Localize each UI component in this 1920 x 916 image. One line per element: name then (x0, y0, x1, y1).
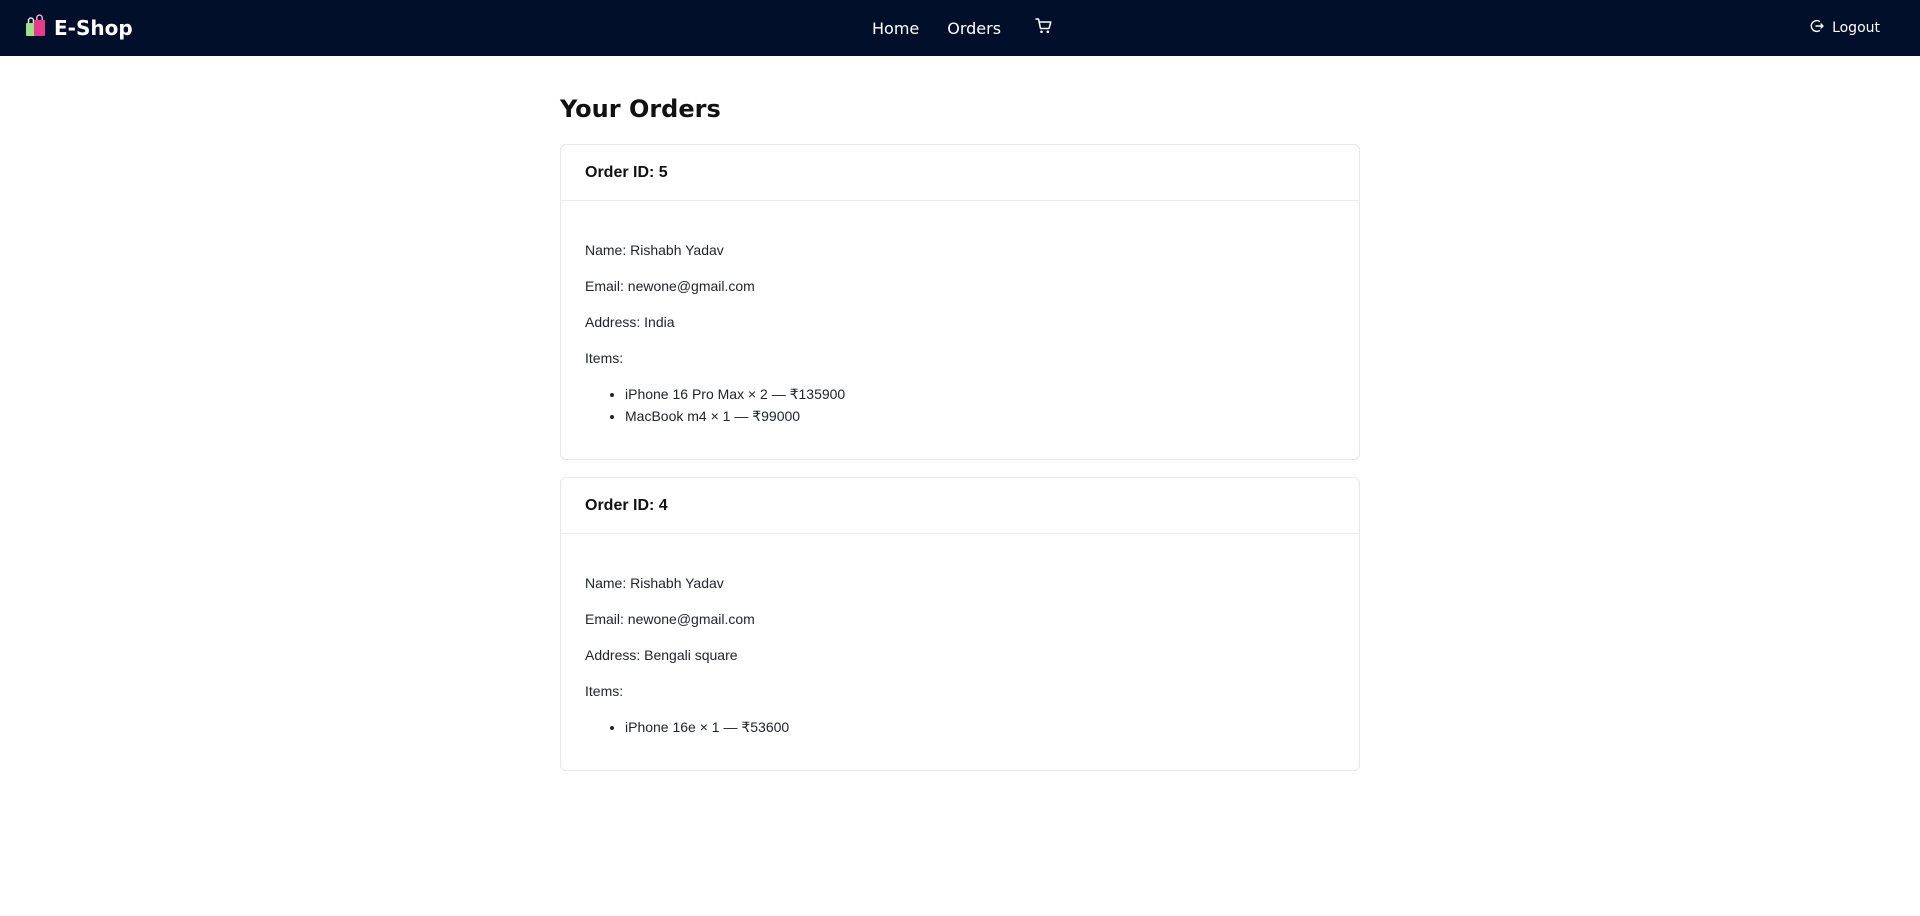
logout-icon (1810, 19, 1824, 37)
order-address: Address: India (585, 314, 675, 330)
nav-orders-link[interactable]: Orders (947, 19, 1001, 38)
logout-button[interactable]: Logout (1810, 0, 1880, 56)
order-details: Name: Rishabh Yadav Email: newone@gmail.… (561, 201, 1359, 459)
order-name: Name: Rishabh Yadav (585, 242, 724, 258)
order-card: Order ID: 4 Name: Rishabh Yadav Email: n… (560, 477, 1360, 771)
page-title: Your Orders (560, 95, 721, 123)
order-items-list: iPhone 16e × 1 — ₹53600 (585, 718, 1335, 736)
shopping-bags-icon (24, 13, 48, 43)
order-card: Order ID: 5 Name: Rishabh Yadav Email: n… (560, 144, 1360, 460)
nav-home-link[interactable]: Home (872, 19, 919, 38)
brand-link[interactable]: E-Shop (24, 0, 133, 56)
order-name: Name: Rishabh Yadav (585, 575, 724, 591)
order-id-header: Order ID: 4 (561, 478, 1359, 534)
order-item: iPhone 16e × 1 — ₹53600 (625, 718, 1335, 736)
cart-icon (1035, 17, 1053, 40)
order-id-header: Order ID: 5 (561, 145, 1359, 201)
order-email: Email: newone@gmail.com (585, 278, 755, 294)
brand-name: E-Shop (54, 16, 133, 40)
order-details: Name: Rishabh Yadav Email: newone@gmail.… (561, 534, 1359, 770)
nav-links: Home Orders (872, 0, 1053, 56)
order-item: MacBook m4 × 1 — ₹99000 (625, 407, 1335, 425)
navbar: E-Shop Home Orders Logout (0, 0, 1920, 56)
logout-label: Logout (1832, 20, 1880, 36)
orders-page: Your Orders Order ID: 5 Name: Rishabh Ya… (560, 94, 1360, 788)
order-items-label: Items: (585, 683, 624, 699)
order-items-label: Items: (585, 350, 624, 366)
order-email: Email: newone@gmail.com (585, 611, 755, 627)
order-item: iPhone 16 Pro Max × 2 — ₹135900 (625, 385, 1335, 403)
order-address: Address: Bengali square (585, 647, 738, 663)
cart-button[interactable] (1035, 17, 1053, 40)
order-items-list: iPhone 16 Pro Max × 2 — ₹135900 MacBook … (585, 385, 1335, 425)
